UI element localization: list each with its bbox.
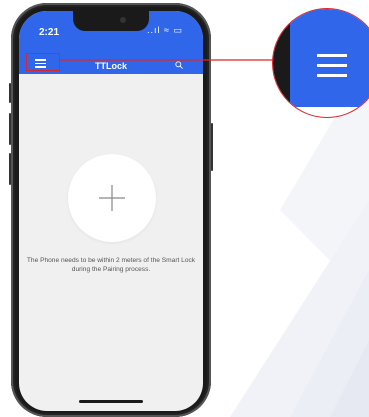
search-icon[interactable] xyxy=(175,61,183,69)
phone-side-button xyxy=(211,123,213,171)
camera-icon xyxy=(120,17,126,23)
pairing-hint-text: The Phone needs to be within 2 meters of… xyxy=(26,257,196,273)
plus-icon xyxy=(99,185,125,211)
zoom-callout xyxy=(272,8,369,118)
phone-side-button xyxy=(9,83,11,103)
phone-side-button xyxy=(9,113,11,145)
phone-notch xyxy=(73,11,149,31)
phone-side-button xyxy=(9,153,11,185)
menu-highlight-box xyxy=(26,53,60,71)
status-icons: ..ıl ≈ ▭ xyxy=(147,25,183,35)
phone-screen: 2:21 ..ıl ≈ ▭ TTLock The Phone needs to … xyxy=(19,11,203,411)
zoom-phone-edge xyxy=(273,9,290,117)
add-lock-button[interactable] xyxy=(68,154,156,242)
home-indicator xyxy=(79,400,143,403)
hamburger-menu-icon xyxy=(317,54,347,78)
status-time: 2:21 xyxy=(39,27,60,38)
